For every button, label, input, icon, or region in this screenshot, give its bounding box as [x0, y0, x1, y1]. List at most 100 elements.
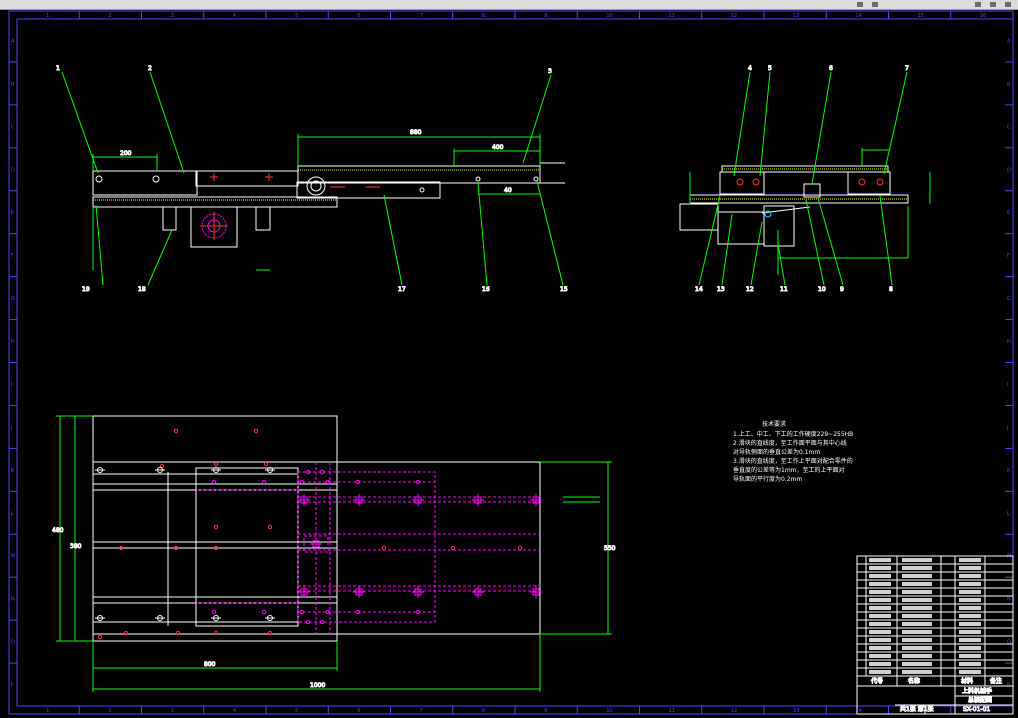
zone-label: 11 [669, 708, 675, 714]
gear-housing [717, 211, 765, 245]
zone-label: G [11, 296, 15, 302]
zone-label: 13 [793, 13, 799, 19]
zone-label: B [11, 81, 15, 87]
dimension-label: 880 [410, 129, 422, 136]
part-callout-4: 4 [748, 65, 752, 72]
row-text-name [902, 630, 932, 634]
row-text-name [902, 654, 932, 658]
row-text-material [959, 582, 981, 586]
zone-label: M [1007, 554, 1011, 560]
row-text-name [902, 566, 932, 570]
part-callout-13: 13 [717, 286, 725, 293]
hidden-bolt [305, 619, 311, 625]
upper-slide-body [297, 165, 541, 184]
part-callout-6: 6 [829, 65, 833, 72]
row-text-name [902, 614, 932, 618]
zone-label: F [11, 253, 14, 259]
part-callout-5: 5 [768, 65, 772, 72]
bolt [858, 178, 866, 186]
bolt-hole [267, 524, 273, 530]
front-view: 880 400 200 40 1 2 3 19 18 17 16 15 [56, 65, 569, 294]
part-callout-15: 15 [560, 286, 568, 293]
drawing-number: SX-01-01 [963, 706, 990, 713]
row-text-name [902, 558, 932, 562]
zone-label: 7 [420, 708, 423, 714]
part-callout-10: 10 [818, 286, 826, 293]
gear-wheel [306, 176, 326, 196]
row-text-code [869, 558, 891, 562]
zone-label: H [11, 339, 15, 345]
part-callout-3: 3 [548, 68, 552, 75]
hidden-bolt [299, 609, 305, 615]
part-callout-18: 18 [138, 286, 146, 293]
zone-label: 12 [731, 13, 737, 19]
row-text-name [902, 574, 932, 578]
part-callout-14: 14 [695, 286, 703, 293]
note-line: 1.上工、中工、下工的工作硬度229~255HB [733, 430, 853, 438]
cross-member [92, 483, 338, 491]
outer-border [8, 10, 1014, 715]
dimension-label: 200 [120, 150, 132, 157]
dimension-label: 380 [70, 543, 82, 550]
zone-label: 14 [855, 13, 861, 19]
bolt-hole [213, 461, 219, 467]
parts-header-name: 名称 [908, 677, 920, 685]
row-text-material [959, 670, 981, 674]
row-text-code [869, 646, 891, 650]
title-block: 代号 名称 材料 备注 上料机械手 总装配图 SX-01-01 共1张 第1张 [856, 555, 1014, 715]
row-text-code [869, 566, 891, 570]
zone-label: M [11, 554, 15, 560]
bolt-hole [95, 175, 103, 183]
zone-label: E [11, 210, 14, 216]
zone-label: D [11, 167, 15, 173]
row-text-name [902, 582, 932, 586]
row-text-code [869, 614, 891, 618]
row-text-material [959, 574, 981, 578]
zone-label: O [1007, 640, 1011, 646]
bolt-hole [213, 524, 219, 530]
zone-label: 11 [669, 13, 675, 19]
row-text-material [959, 622, 981, 626]
part-callout-7: 7 [905, 65, 909, 72]
bolt-hole [97, 634, 103, 640]
roller [419, 187, 425, 193]
zone-label: J [1006, 425, 1008, 431]
row-text-name [902, 662, 932, 666]
zone-label: 4 [233, 708, 236, 714]
zone-label: L [1007, 511, 1010, 517]
dimension-lines [56, 415, 612, 692]
row-text-code [869, 598, 891, 602]
zone-label: 12 [731, 708, 737, 714]
row-text-name [902, 598, 932, 602]
zone-label: 16 [980, 13, 986, 19]
row-text-code [869, 670, 891, 674]
roller [533, 176, 539, 182]
hidden-bolt [261, 609, 267, 615]
row-text-code [869, 590, 891, 594]
row-text-material [959, 566, 981, 570]
row-text-name [902, 590, 932, 594]
note-line: 对导轨侧面的垂直公差为0.1mm [733, 448, 820, 456]
row-text-material [959, 654, 981, 658]
row-text-code [869, 630, 891, 634]
zone-label: K [11, 468, 15, 474]
dimension-lines [61, 71, 564, 286]
bolt [876, 178, 884, 186]
parts-header-code: 代号 [871, 677, 883, 685]
parts-header-material: 材料 [961, 677, 973, 685]
zone-label: 8 [482, 708, 485, 714]
bolt-hole [381, 545, 387, 551]
zone-label: 10 [606, 708, 612, 714]
bolt [752, 178, 760, 186]
cad-drawing-canvas[interactable]: 1122334455667788991010111112121313141415… [0, 0, 1018, 718]
row-text-material [959, 606, 981, 610]
bolt-hole [173, 428, 179, 434]
dimension-label: 550 [604, 545, 616, 552]
zone-label: G [1007, 296, 1011, 302]
parts-header-remarks: 备注 [990, 677, 1002, 685]
hidden-bolt [211, 479, 217, 485]
zone-label: 10 [606, 13, 612, 19]
part-callout-2: 2 [148, 65, 152, 72]
row-text-material [959, 662, 981, 666]
bolt [736, 178, 744, 186]
